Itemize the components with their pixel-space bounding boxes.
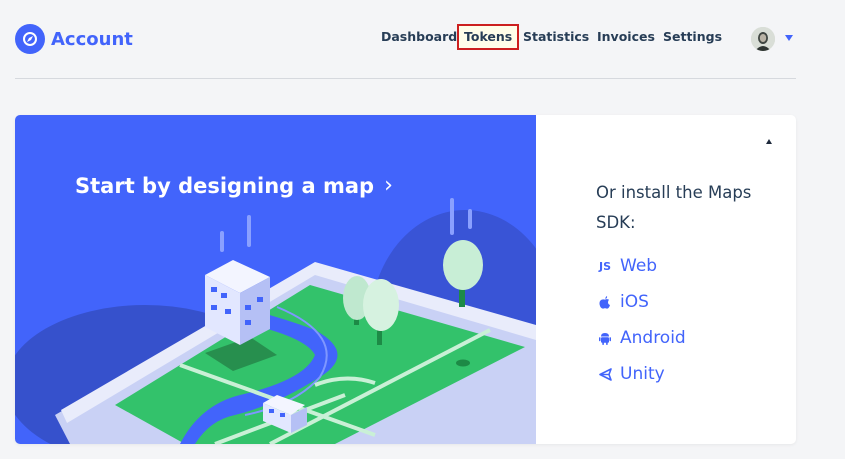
nav-item-settings[interactable]: Settings [663, 24, 722, 50]
chevron-right-icon: › [384, 173, 393, 198]
hero-title-link[interactable]: Start by designing a map › [75, 173, 393, 198]
logo[interactable]: Account [15, 24, 133, 54]
sdk-link-android[interactable]: Android [596, 320, 686, 356]
user-avatar[interactable] [751, 27, 775, 51]
sdk-list: JS Web iOS Android Unity [596, 248, 686, 392]
apple-icon [596, 295, 614, 309]
unity-icon [596, 367, 614, 381]
sdk-label: iOS [620, 292, 649, 312]
sdk-label: Unity [620, 364, 665, 384]
android-icon [596, 332, 614, 345]
sdk-link-unity[interactable]: Unity [596, 356, 686, 392]
hero-panel[interactable]: Start by designing a map › [15, 115, 536, 444]
sdk-panel: Or install the Maps SDK: JS Web iOS Andr… [536, 115, 796, 444]
nav-item-tokens[interactable]: Tokens [457, 24, 520, 50]
logo-icon [15, 24, 45, 54]
install-text: Or install the Maps SDK: [596, 183, 752, 232]
getting-started-card: Start by designing a map › Or install th… [15, 115, 796, 444]
header-divider [15, 78, 796, 79]
map-illustration [15, 198, 536, 444]
js-icon: JS [598, 259, 611, 273]
nav-item-dashboard[interactable]: Dashboard [381, 24, 457, 50]
hero-title: Start by designing a map [75, 173, 375, 198]
nav-item-statistics[interactable]: Statistics [523, 24, 589, 50]
sdk-link-ios[interactable]: iOS [596, 284, 686, 320]
sdk-link-web[interactable]: JS Web [596, 248, 686, 284]
app-title: Account [51, 28, 133, 50]
collapse-icon[interactable] [766, 139, 772, 144]
sdk-label: Web [620, 256, 658, 276]
caret-down-icon[interactable] [785, 35, 793, 41]
header: Account Dashboard Tokens Statistics Invo… [0, 0, 845, 79]
sdk-label: Android [620, 328, 686, 348]
nav-item-invoices[interactable]: Invoices [597, 24, 655, 50]
